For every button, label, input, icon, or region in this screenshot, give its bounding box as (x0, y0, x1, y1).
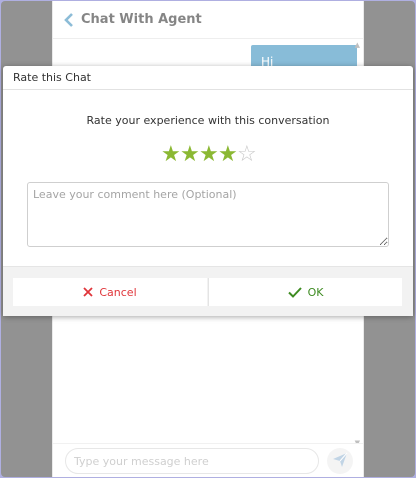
cancel-button[interactable]: Cancel (13, 278, 207, 306)
dialog-title: Rate this Chat (13, 71, 91, 84)
rating-dialog: Rate this Chat Rate your experience with… (3, 66, 413, 316)
star-icon-2[interactable]: ★ (180, 144, 200, 166)
star-icon-3[interactable]: ★ (199, 144, 219, 166)
dialog-header: Rate this Chat (3, 66, 413, 90)
star-rating[interactable]: ★ ★ ★ ★ ☆ (161, 144, 257, 166)
check-icon (287, 286, 302, 298)
star-icon-4[interactable]: ★ (218, 144, 238, 166)
ok-button[interactable]: OK (208, 278, 402, 306)
dialog-footer: Cancel OK (3, 266, 413, 316)
cancel-label: Cancel (99, 285, 137, 299)
rating-prompt: Rate your experience with this conversat… (86, 114, 330, 127)
star-icon-1[interactable]: ★ (161, 144, 181, 166)
ok-label: OK (307, 285, 324, 299)
star-icon-5[interactable]: ☆ (237, 144, 257, 166)
comment-field[interactable] (27, 182, 389, 247)
close-icon (83, 287, 93, 297)
